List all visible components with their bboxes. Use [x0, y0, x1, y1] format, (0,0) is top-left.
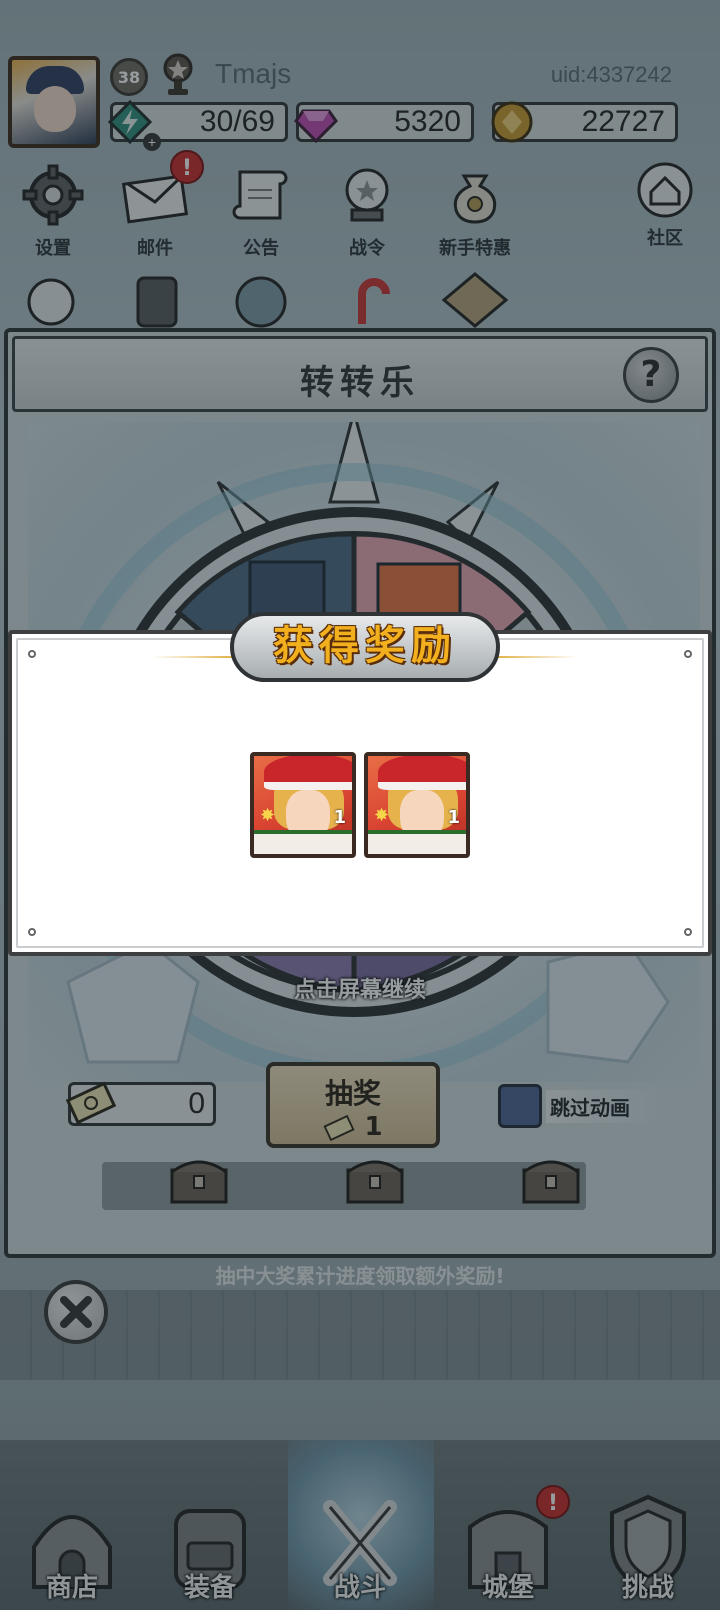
corner-rivet: [28, 650, 36, 658]
reward-modal[interactable]: 获得奖励 ✸ 1 ✸ 1: [8, 612, 712, 956]
reward-item-hero-card[interactable]: ✸ 1: [364, 752, 470, 858]
star-icon: ✸: [260, 805, 276, 826]
star-icon: ✸: [374, 805, 390, 826]
hero-collar: [368, 830, 466, 854]
hero-collar: [254, 830, 352, 854]
title-ornament-right: [498, 656, 578, 658]
reward-title: 获得奖励: [273, 623, 457, 669]
corner-rivet: [28, 928, 36, 936]
santa-hat: [264, 756, 352, 790]
santa-hat: [378, 756, 466, 790]
title-ornament-left: [152, 656, 232, 658]
reward-item-quantity: 1: [333, 807, 346, 828]
corner-rivet: [684, 650, 692, 658]
reward-item-quantity: 1: [447, 807, 460, 828]
reward-item-hero-card[interactable]: ✸ 1: [250, 752, 356, 858]
reward-title-plate: 获得奖励: [230, 612, 500, 682]
corner-rivet: [684, 928, 692, 936]
